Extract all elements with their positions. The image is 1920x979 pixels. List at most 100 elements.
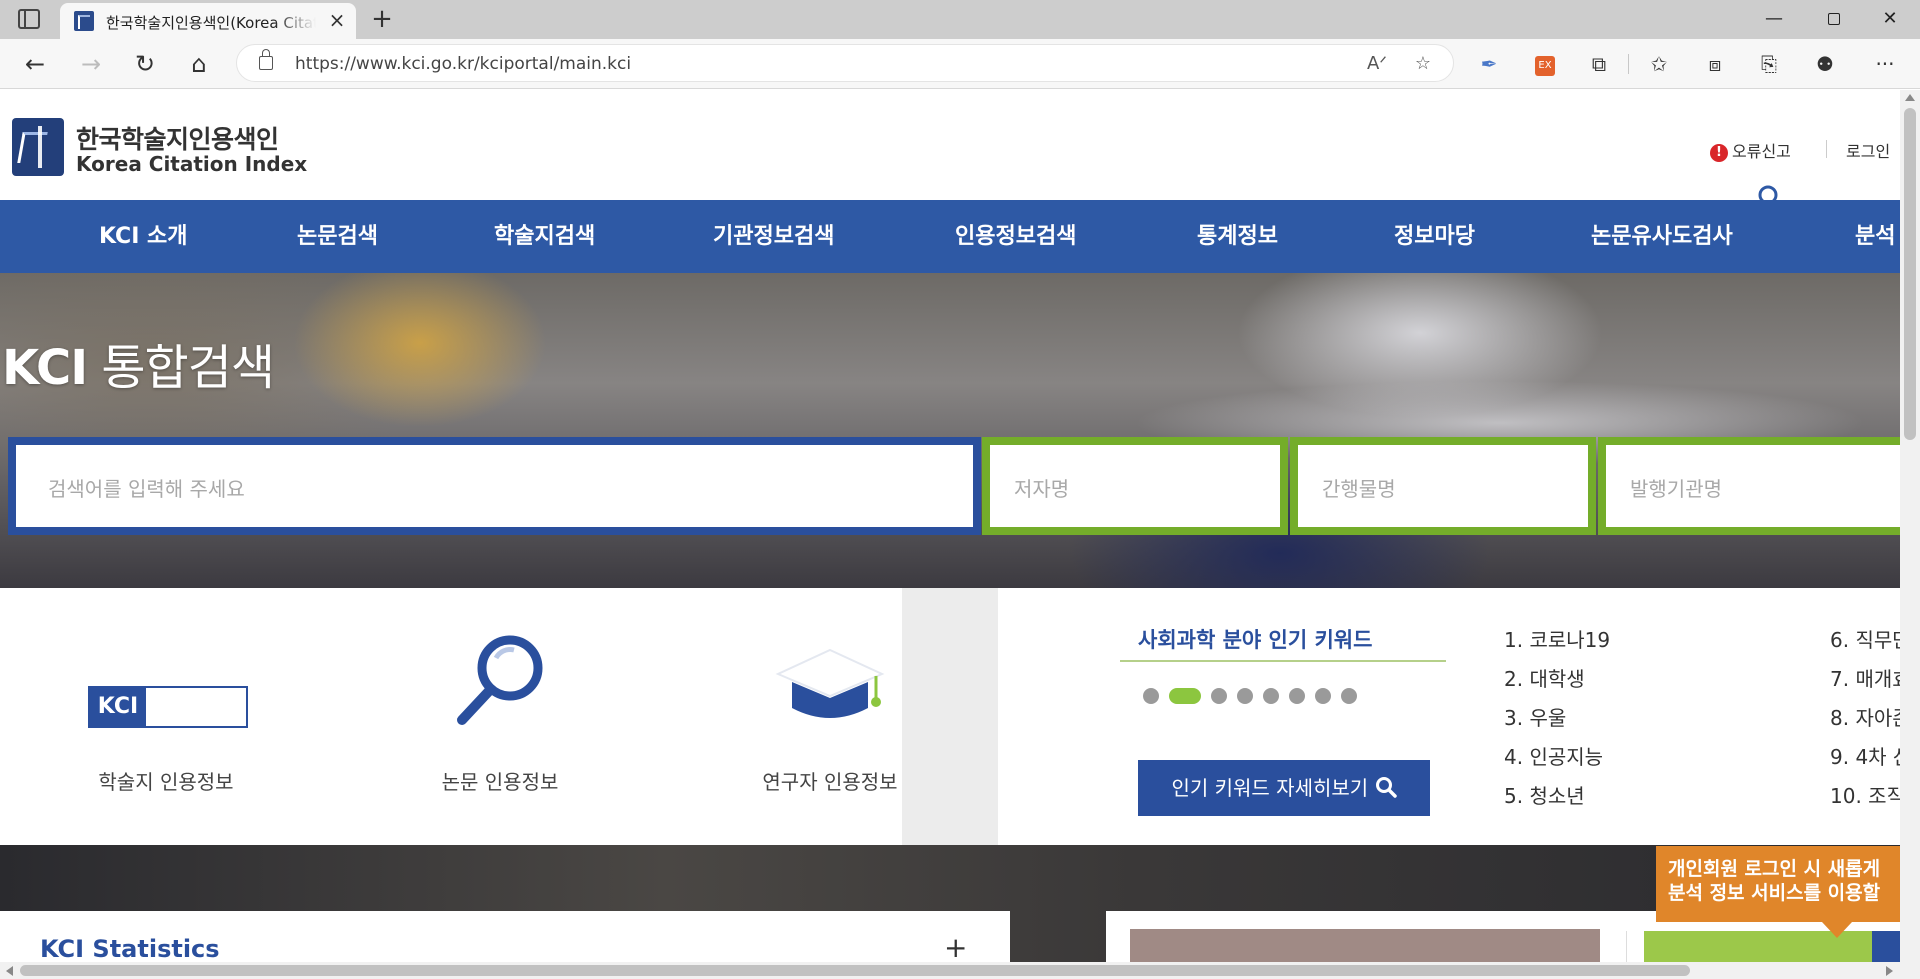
keyword-item[interactable]: 9. 4차 산업혁명 xyxy=(1830,741,1900,780)
vertical-scroll-thumb[interactable] xyxy=(1904,108,1916,440)
error-report-label: 오류신고 xyxy=(1732,142,1791,161)
author-placeholder: 저자명 xyxy=(1014,477,1070,501)
profile-icon[interactable]: ⚉ xyxy=(1810,49,1840,79)
window-minimize-button[interactable]: — xyxy=(1750,4,1798,34)
banner-image-blue[interactable] xyxy=(1872,931,1900,962)
forward-arrow-icon[interactable]: → xyxy=(76,49,106,79)
util-divider xyxy=(1826,140,1827,158)
keyword-title-underline xyxy=(1120,660,1446,662)
magnifier-icon xyxy=(457,635,543,725)
lock-icon[interactable] xyxy=(259,49,273,70)
banner-image[interactable] xyxy=(1130,929,1600,962)
nav-item-info-square[interactable]: 정보마당 xyxy=(1394,200,1475,273)
alert-icon: ! xyxy=(1710,143,1728,162)
logo-english-text[interactable]: Korea Citation Index xyxy=(76,152,307,176)
keyword-item[interactable]: 6. 직무만족 xyxy=(1830,624,1900,663)
promo-tooltip-arrow xyxy=(1822,922,1852,938)
tab-title: 한국학술지인용색인(Korea Citation Index) xyxy=(106,14,316,32)
logo-korean-text[interactable]: 한국학술지인용색인 xyxy=(76,120,279,156)
pager-dot[interactable] xyxy=(1341,688,1357,704)
nav-item-institution-search[interactable]: 기관정보검색 xyxy=(713,200,834,273)
favorites-icon[interactable]: ✩ xyxy=(1644,49,1674,79)
browser-tab-active[interactable]: 한국학술지인용색인(Korea Citation Index) × xyxy=(60,3,356,39)
pager-dot-active[interactable] xyxy=(1169,688,1201,704)
extensions-puzzle-icon[interactable]: ⧉ xyxy=(1584,49,1614,79)
pager-dot[interactable] xyxy=(1211,688,1227,704)
quick-links-section: KCI 학술지 인용정보 논문 인용정보 연구자 인용정보 사회과학 분야 인기… xyxy=(0,588,1900,845)
add-favorite-star-icon[interactable]: ☆ xyxy=(1409,51,1437,77)
nav-item-journal-search[interactable]: 학술지검색 xyxy=(494,200,595,273)
search-icon xyxy=(1375,777,1397,798)
kci-badge-icon: KCI xyxy=(88,686,248,728)
reload-icon[interactable]: ↻ xyxy=(130,49,160,79)
pager-dot[interactable] xyxy=(1237,688,1253,704)
quick-link-label: 학술지 인용정보 xyxy=(98,770,234,794)
login-link[interactable]: 로그인 xyxy=(1846,138,1890,162)
horizontal-scroll-thumb[interactable] xyxy=(20,965,1690,976)
nav-item-kci-intro[interactable]: KCI 소개 xyxy=(99,200,188,273)
nav-item-similarity-check[interactable]: 논문유사도검사 xyxy=(1591,200,1733,273)
pager-dot[interactable] xyxy=(1289,688,1305,704)
search-placeholder: 검색어를 입력해 주세요 xyxy=(48,477,245,501)
pen-extension-icon[interactable]: ✒ xyxy=(1474,49,1504,79)
keyword-item[interactable]: 8. 자아존중감 xyxy=(1830,702,1900,741)
keyword-list-col1: 1. 코로나19 2. 대학생 3. 우울 4. 인공지능 5. 청소년 xyxy=(1504,624,1610,819)
keyword-detail-button[interactable]: 인기 키워드 자세히보기 xyxy=(1138,760,1430,816)
keyword-item[interactable]: 7. 매개효과 xyxy=(1830,663,1900,702)
pager-dot[interactable] xyxy=(1315,688,1331,704)
scroll-left-arrow-icon[interactable] xyxy=(6,966,13,976)
hero-search-section: KCI 통합검색 검색어를 입력해 주세요 저자명 간행물명 발행기관명 xyxy=(0,273,1900,588)
kci-logo-icon[interactable] xyxy=(12,118,64,176)
keyword-panel-title: 사회과학 분야 인기 키워드 xyxy=(1138,628,1373,652)
read-aloud-icon[interactable]: Aᐟ xyxy=(1363,51,1391,77)
banner-divider xyxy=(1626,931,1627,962)
url-field[interactable]: https://www.kci.go.kr/kciportal/main.kci… xyxy=(236,44,1454,82)
keyword-item[interactable]: 5. 청소년 xyxy=(1504,780,1610,819)
keyword-item[interactable]: 2. 대학생 xyxy=(1504,663,1610,702)
collections-icon[interactable]: ⧈ xyxy=(1700,49,1730,79)
new-tab-button[interactable]: + xyxy=(368,3,396,35)
quick-link-journal-citation[interactable]: KCI 학술지 인용정보 xyxy=(16,588,316,845)
home-icon[interactable]: ⌂ xyxy=(184,49,214,79)
login-promo-tooltip[interactable]: 개인회원 로그인 시 새롭게 분석 정보 서비스를 이용할 xyxy=(1656,846,1900,922)
vertical-scrollbar[interactable] xyxy=(1900,90,1920,962)
keyword-item[interactable]: 1. 코로나19 xyxy=(1504,624,1610,663)
share-screen-icon[interactable]: ⎘ xyxy=(1754,49,1784,79)
pager-dot[interactable] xyxy=(1143,688,1159,704)
keyword-item[interactable]: 4. 인공지능 xyxy=(1504,741,1610,780)
keyword-item[interactable]: 3. 우울 xyxy=(1504,702,1610,741)
error-report-link[interactable]: ! 오류신고 xyxy=(1710,138,1791,162)
publisher-input[interactable]: 발행기관명 xyxy=(1598,437,1900,535)
stats-more-button[interactable]: + xyxy=(944,931,967,962)
toolbar-divider xyxy=(1628,54,1629,74)
tab-close-button[interactable]: × xyxy=(326,8,348,32)
pager-dot[interactable] xyxy=(1263,688,1279,704)
more-menu-icon[interactable]: ··· xyxy=(1870,49,1900,79)
quick-link-article-citation[interactable]: 논문 인용정보 xyxy=(350,588,650,845)
nav-item-analysis[interactable]: 분석 xyxy=(1855,200,1895,273)
ex-extension-icon[interactable]: EX xyxy=(1530,49,1560,79)
author-input[interactable]: 저자명 xyxy=(982,437,1288,535)
kci-favicon-icon xyxy=(74,11,94,31)
tab-actions-icon[interactable] xyxy=(18,9,40,29)
horizontal-scrollbar[interactable] xyxy=(0,962,1900,979)
keyword-item[interactable]: 10. 조직몰입 xyxy=(1830,780,1900,819)
search-input[interactable]: 검색어를 입력해 주세요 xyxy=(8,437,981,535)
nav-item-statistics[interactable]: 통계정보 xyxy=(1197,200,1278,273)
window-maximize-button[interactable] xyxy=(1810,4,1858,34)
nav-item-article-search[interactable]: 논문검색 xyxy=(297,200,378,273)
browser-address-bar: ← → ↻ ⌂ https://www.kci.go.kr/kciportal/… xyxy=(0,39,1920,89)
url-text[interactable]: https://www.kci.go.kr/kciportal/main.kci xyxy=(295,54,631,74)
publisher-placeholder: 발행기관명 xyxy=(1630,477,1722,501)
section-divider-block xyxy=(902,588,998,845)
scroll-right-arrow-icon[interactable] xyxy=(1886,966,1893,976)
hero-title: KCI 통합검색 xyxy=(2,340,275,396)
journal-placeholder: 간행물명 xyxy=(1322,477,1396,501)
promo-line: 분석 정보 서비스를 이용할 xyxy=(1668,882,1881,904)
window-close-button[interactable]: ✕ xyxy=(1866,4,1914,34)
journal-input[interactable]: 간행물명 xyxy=(1290,437,1596,535)
back-arrow-icon[interactable]: ← xyxy=(20,49,50,79)
restore-icon xyxy=(1828,13,1840,25)
scroll-up-arrow-icon[interactable] xyxy=(1905,94,1915,101)
nav-item-citation-search[interactable]: 인용정보검색 xyxy=(955,200,1076,273)
